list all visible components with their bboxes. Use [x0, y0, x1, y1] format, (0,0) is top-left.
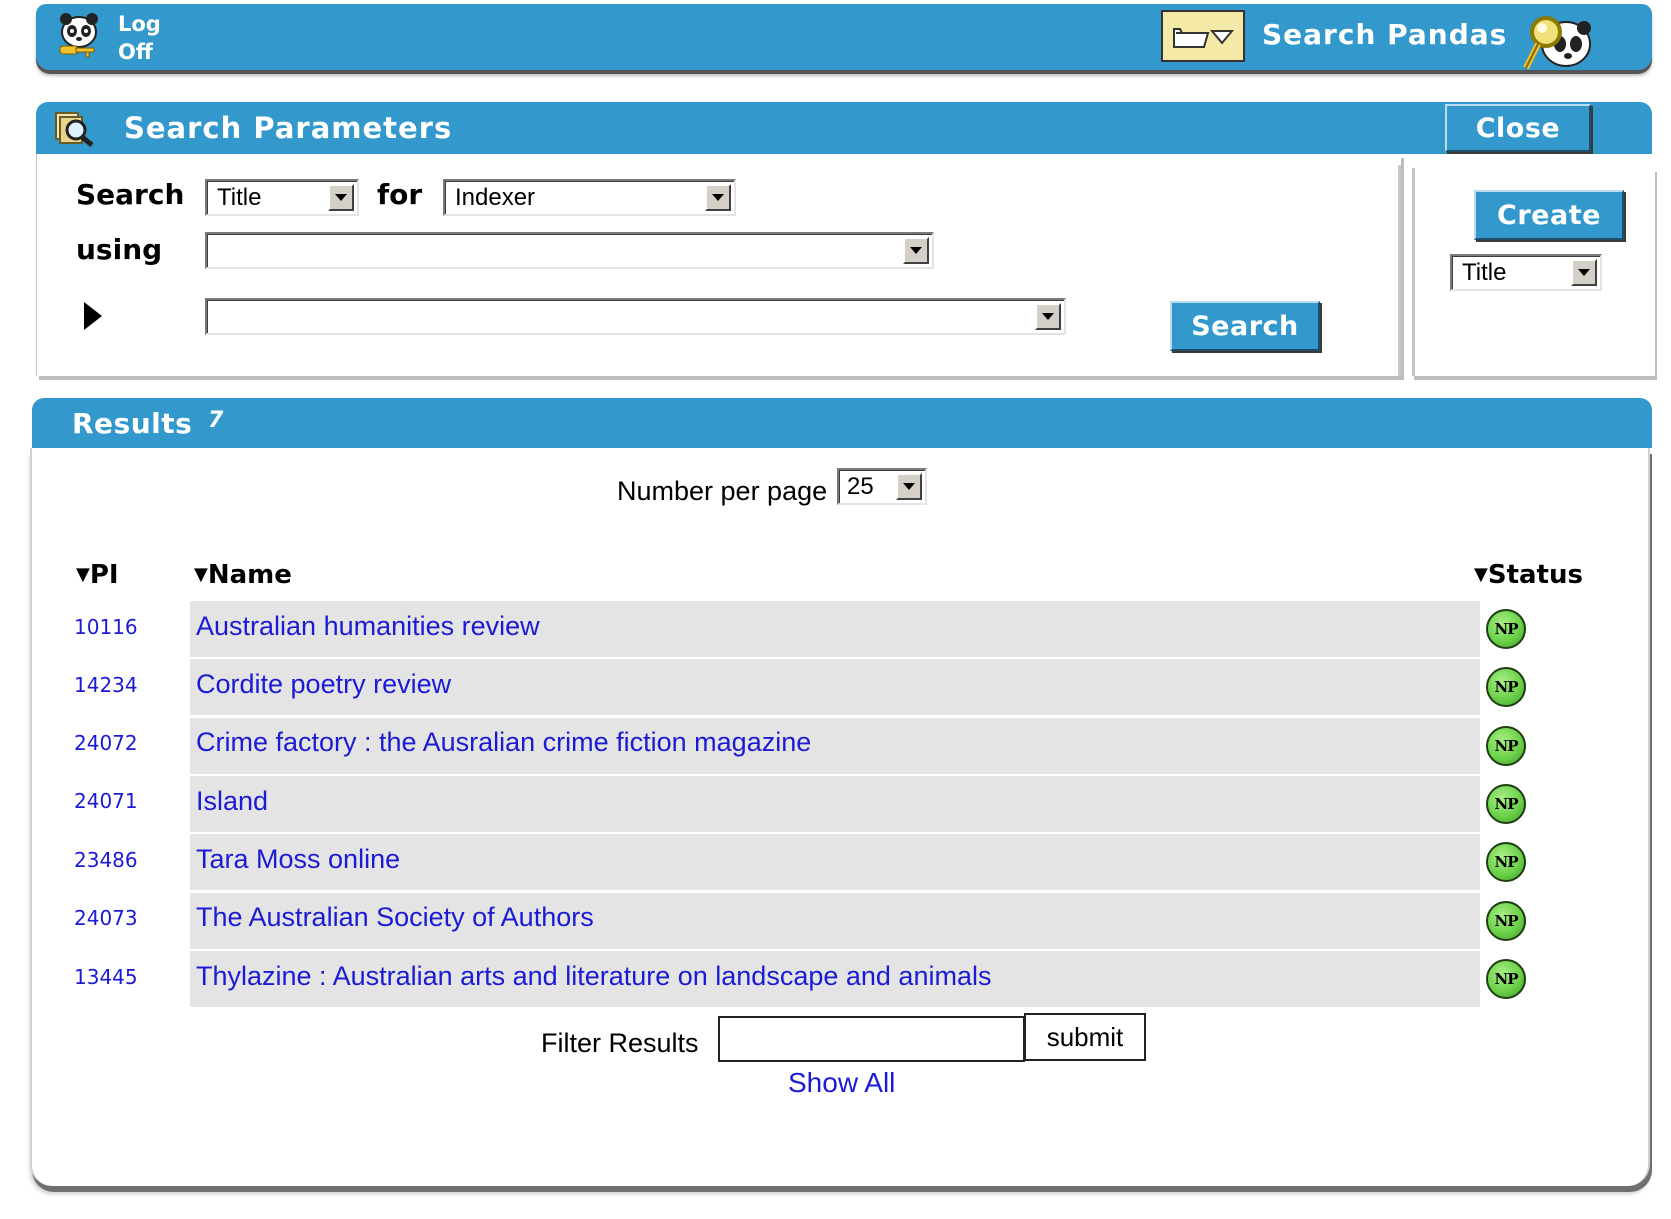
number-per-page-select[interactable]: 25	[837, 468, 927, 505]
pi-link[interactable]: 24073	[74, 906, 138, 930]
chevron-down-icon	[1035, 303, 1061, 330]
title-link[interactable]: Cordite poetry review	[196, 669, 451, 700]
search-field-select[interactable]: Title	[205, 179, 359, 216]
folder-dropdown-button[interactable]	[1161, 10, 1245, 62]
close-button[interactable]: Close	[1445, 104, 1591, 152]
search-field-value: Title	[217, 183, 262, 211]
results-count: 7	[208, 408, 224, 433]
for-value: Indexer	[455, 183, 536, 211]
sort-down-icon: ▼	[1474, 564, 1488, 585]
search-parameters-title: Search Parameters	[124, 111, 453, 145]
np-status-icon: NP	[1486, 842, 1526, 882]
folder-dropdown-icon	[1173, 28, 1235, 48]
using-select[interactable]	[205, 232, 934, 269]
np-status-icon: NP	[1486, 901, 1526, 941]
panel-divider	[1398, 165, 1401, 376]
title-link[interactable]: Tara Moss online	[196, 844, 400, 875]
table-row	[190, 776, 1480, 832]
column-header-pi[interactable]: ▼PI	[76, 560, 119, 590]
pi-link[interactable]: 13445	[74, 965, 138, 989]
create-type-value: Title	[1462, 258, 1507, 286]
search-label: Search	[76, 178, 185, 211]
create-button[interactable]: Create	[1474, 190, 1624, 240]
column-header-name[interactable]: ▼Name	[194, 560, 292, 590]
results-title: Results	[72, 407, 193, 440]
title-link[interactable]: The Australian Society of Authors	[196, 902, 594, 933]
play-triangle-icon	[84, 302, 102, 330]
results-header: Results 7	[32, 398, 1652, 448]
np-status-icon: NP	[1486, 784, 1526, 824]
create-type-select[interactable]: Title	[1450, 254, 1602, 291]
for-label: for	[377, 178, 423, 211]
logoff-link[interactable]: Log Off	[118, 10, 161, 66]
title-link[interactable]: Island	[196, 786, 268, 817]
chevron-down-icon	[896, 473, 922, 500]
panda-logoff-icon[interactable]	[56, 12, 102, 62]
filter-results-label: Filter Results	[541, 1028, 699, 1058]
criteria-select[interactable]	[205, 298, 1066, 335]
pi-link[interactable]: 14234	[74, 673, 138, 697]
pi-link[interactable]: 10116	[74, 615, 138, 639]
using-label: using	[76, 233, 163, 266]
panda-magnifier-icon	[1516, 6, 1596, 72]
chevron-down-icon	[328, 184, 354, 211]
np-status-icon: NP	[1486, 726, 1526, 766]
number-per-page-value: 25	[847, 472, 874, 500]
np-status-icon: NP	[1486, 609, 1526, 649]
pi-link[interactable]: 24072	[74, 731, 138, 755]
np-status-icon: NP	[1486, 667, 1526, 707]
search-parameters-header: Search Parameters	[36, 102, 1652, 154]
top-bar: Log Off Search Pandas	[36, 4, 1652, 70]
chevron-down-icon	[903, 237, 929, 264]
np-status-icon: NP	[1486, 959, 1526, 999]
chevron-down-icon	[705, 184, 731, 211]
column-header-status[interactable]: ▼Status	[1474, 560, 1583, 590]
for-select[interactable]: Indexer	[443, 179, 736, 216]
pi-link[interactable]: 24071	[74, 789, 138, 813]
filter-results-input[interactable]	[718, 1016, 1025, 1062]
title-link[interactable]: Thylazine : Australian arts and literatu…	[196, 961, 991, 992]
chevron-down-icon	[1571, 259, 1597, 286]
search-button[interactable]: Search	[1170, 301, 1320, 351]
title-link[interactable]: Crime factory : the Ausralian crime fict…	[196, 727, 811, 758]
pi-link[interactable]: 23486	[74, 848, 138, 872]
sort-down-icon: ▼	[76, 564, 90, 585]
show-all-link[interactable]: Show All	[788, 1067, 895, 1099]
title-link[interactable]: Australian humanities review	[196, 611, 540, 642]
sort-down-icon: ▼	[194, 564, 208, 585]
number-per-page-label: Number per page	[617, 476, 828, 506]
submit-button[interactable]: submit	[1024, 1013, 1146, 1061]
search-pandas-link[interactable]: Search Pandas	[1262, 18, 1507, 51]
search-parameters-icon	[52, 111, 96, 147]
